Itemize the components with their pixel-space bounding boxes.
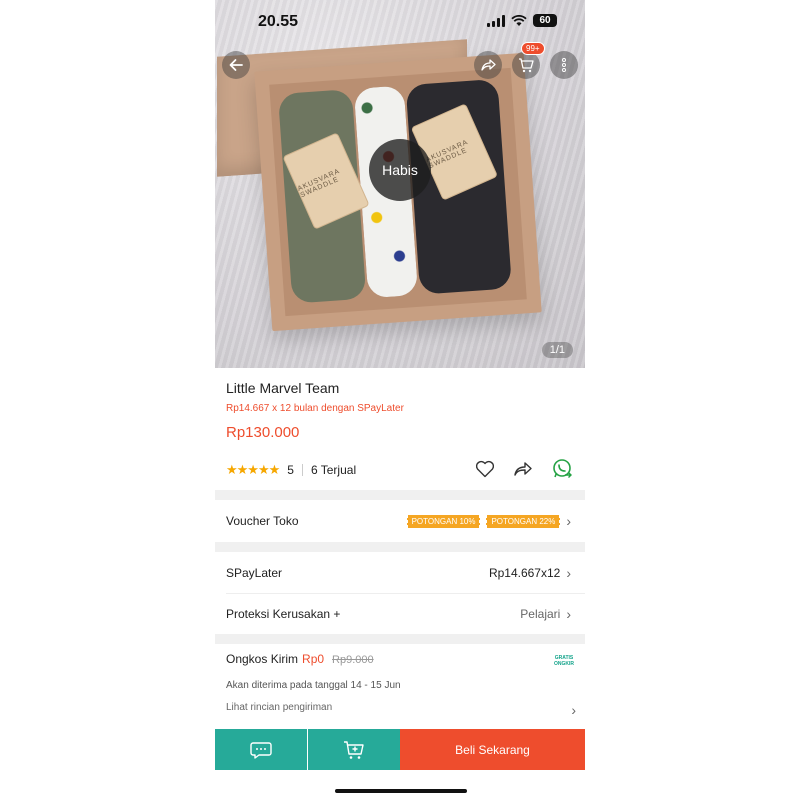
chevron-right-icon: ›	[566, 564, 571, 581]
cart-count-badge: 99+	[521, 42, 545, 55]
protection-row[interactable]: Proteksi Kerusakan + Pelajari ›	[215, 594, 585, 634]
rating-stars: ★★★★★	[226, 462, 280, 477]
cart-button[interactable]: 99+	[512, 42, 545, 79]
product-image[interactable]: AKUSVARA SWADDLE AKUSVARA SWADDLE Habis …	[215, 0, 585, 368]
protection-value-wrap: Pelajari ›	[520, 606, 571, 622]
spaylater-row[interactable]: SPayLater Rp14.667x12 ›	[215, 552, 585, 593]
home-area	[215, 770, 585, 800]
back-button[interactable]	[222, 51, 250, 79]
chevron-right-icon: ›	[566, 606, 571, 622]
delivery-estimate: Akan diterima pada tanggal 14 - 15 Jun	[226, 680, 401, 691]
share-icon	[481, 59, 496, 71]
shipping-label: Ongkos Kirim	[226, 652, 299, 666]
section-divider	[215, 490, 585, 500]
product-name: Little Marvel Team	[226, 380, 340, 396]
product-actions	[475, 458, 573, 480]
more-options-button[interactable]	[550, 51, 578, 79]
shipping-title: Ongkos Kirim Rp0 Rp9.000	[226, 652, 374, 666]
spaylater-value-wrap: Rp14.667x12 ›	[489, 565, 571, 581]
protection-learn-link: Pelajari	[520, 607, 561, 621]
voucher-label: Voucher Toko	[226, 514, 299, 528]
rating-value: 5	[287, 463, 294, 477]
status-time: 20.55	[258, 13, 299, 30]
product-page: AKUSVARA SWADDLE AKUSVARA SWADDLE Habis …	[215, 0, 585, 800]
separator	[301, 464, 303, 476]
buy-now-button[interactable]: Beli Sekarang	[400, 729, 585, 770]
chat-button[interactable]	[215, 729, 307, 770]
home-indicator	[335, 789, 467, 793]
free-shipping-badge: GRATIS ONGKIR	[554, 655, 574, 667]
free-shipping-badge-line2: ONGKIR	[554, 661, 574, 667]
whatsapp-share-icon[interactable]	[551, 458, 573, 480]
sold-count: 6 Terjual	[310, 463, 357, 477]
protection-label: Proteksi Kerusakan +	[226, 607, 341, 621]
installment-info[interactable]: Rp14.667 x 12 bulan dengan SPayLater	[226, 403, 404, 414]
signal-icon	[487, 14, 505, 27]
battery-indicator: 60	[533, 14, 557, 27]
share-button[interactable]	[474, 51, 502, 79]
heart-icon[interactable]	[475, 460, 495, 478]
add-to-cart-button[interactable]	[308, 729, 400, 770]
shipping-price: Rp0	[302, 652, 325, 666]
share-icon[interactable]	[513, 460, 533, 478]
arrow-left-icon	[229, 59, 243, 71]
voucher-badge: POTONGAN 22%	[486, 514, 561, 528]
chevron-right-icon: ›	[571, 702, 576, 718]
shipping-details-link[interactable]: Lihat rincian pengiriman ›	[226, 702, 576, 718]
shipping-details-label: Lihat rincian pengiriman	[226, 702, 333, 713]
more-vertical-icon	[562, 58, 566, 72]
sold-out-overlay: Habis	[369, 139, 431, 201]
cart-add-icon	[344, 740, 364, 759]
product-price: Rp130.000	[226, 424, 300, 441]
chevron-right-icon: ›	[566, 513, 571, 529]
wifi-icon	[511, 14, 527, 26]
section-divider	[215, 634, 585, 644]
voucher-badge: POTONGAN 10%	[406, 514, 481, 528]
bottom-action-bar: Beli Sekarang	[215, 729, 585, 770]
spaylater-label: SPayLater	[226, 565, 283, 580]
spaylater-value: Rp14.667x12	[488, 565, 561, 580]
shipping-old-price: Rp9.000	[332, 654, 374, 666]
section-divider	[215, 542, 585, 552]
voucher-list: POTONGAN 10% POTONGAN 22% ›	[406, 513, 571, 529]
cart-icon	[519, 58, 534, 73]
voucher-row[interactable]: Voucher Toko POTONGAN 10% POTONGAN 22% ›	[215, 500, 585, 542]
chat-icon	[250, 741, 272, 759]
status-icons: 60	[487, 14, 557, 27]
image-pager: 1/1	[541, 342, 573, 358]
